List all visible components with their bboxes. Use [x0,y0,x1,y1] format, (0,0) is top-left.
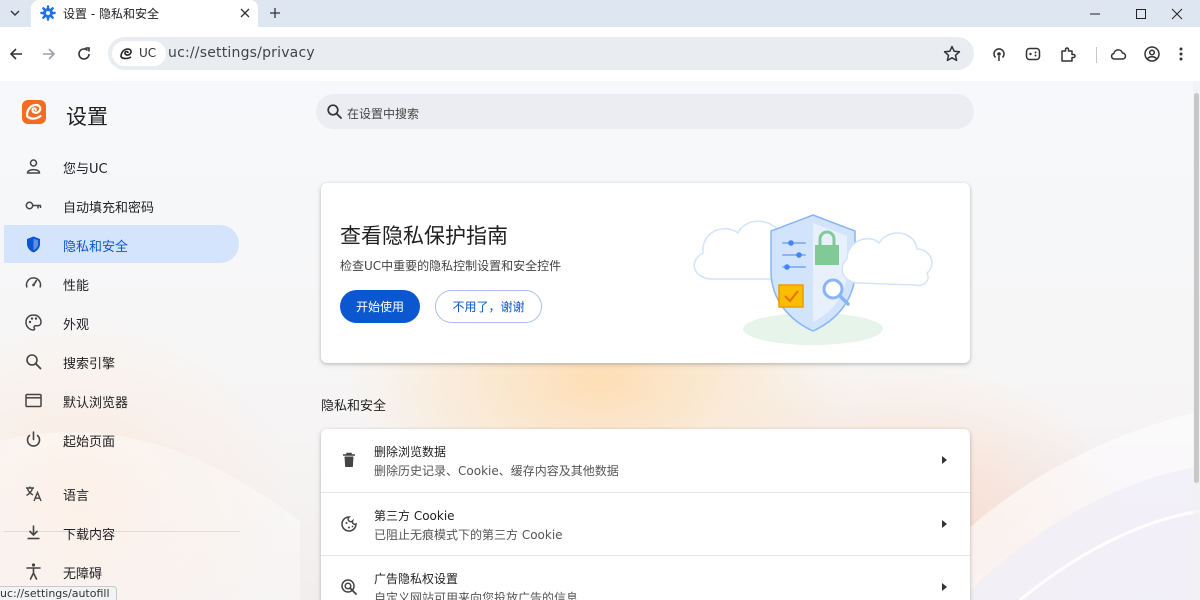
key-icon [25,201,42,210]
privacy-guide-promo-card: 查看隐私保护指南 检查UC中重要的隐私控制设置和安全控件 开始使用 不用了，谢谢 [321,183,970,363]
uc-squirrel-icon [120,48,132,60]
ad-privacy-row[interactable]: 广告隐私权设置 自定义网站可用来向您投放广告的信息 [321,555,970,600]
sidebar-item-label: 隐私和安全 [63,240,129,255]
address-bar[interactable]: UC uc://settings/privacy [108,37,974,70]
toolbar: UC uc://settings/privacy [0,27,1200,81]
person-icon [26,159,41,174]
power-icon [26,431,41,447]
row-title: 第三方 Cookie [374,509,455,523]
cloud-sync-icon[interactable] [1106,42,1130,66]
chevron-right-icon [942,456,947,464]
section-title: 隐私和安全 [321,399,387,414]
cookie-icon [341,516,357,532]
scrollbar-thumb[interactable] [1194,93,1199,483]
active-tab[interactable]: 设置 - 隐私和安全 [31,0,258,27]
sidebar-item-performance[interactable]: 性能 [4,264,239,302]
tab-title: 设置 - 隐私和安全 [63,7,159,21]
bookmark-star-icon[interactable] [942,44,962,64]
row-subtitle: 删除历史记录、Cookie、缓存内容及其他数据 [374,464,619,478]
promo-title: 查看隐私保护指南 [340,224,508,248]
accessibility-icon [26,563,41,580]
sidebar-item-you-and-uc[interactable]: 您与UC [4,147,239,185]
sidebar-item-label: 您与UC [63,162,108,177]
games-icon[interactable] [1021,42,1045,66]
search-icon [327,104,342,119]
sidebar-item-label: 下载内容 [63,528,116,543]
uc-logo-icon [22,100,46,124]
tab-strip: 设置 - 隐私和安全 [0,0,1200,27]
sidebar-item-search-engine[interactable]: 搜索引擎 [4,342,239,380]
sidebar-item-label: 默认浏览器 [63,396,129,411]
status-bubble-url: uc://settings/autofill [0,586,117,600]
close-tab-icon[interactable] [238,6,252,20]
row-title: 删除浏览数据 [374,445,447,459]
new-tab-plus-icon[interactable] [265,4,285,22]
page-title: 设置 [66,105,108,129]
trash-icon [343,452,355,467]
settings-gear-icon [40,5,56,21]
sidebar-item-privacy[interactable]: 隐私和安全 [4,225,239,263]
ad-privacy-icon [341,579,357,595]
row-subtitle: 自定义网站可用来向您投放广告的信息 [374,591,579,600]
sidebar-item-label: 外观 [63,318,90,333]
third-party-cookies-row[interactable]: 第三方 Cookie 已阻止无痕模式下的第三方 Cookie [321,492,970,555]
profile-avatar-icon[interactable] [1140,42,1164,66]
palette-icon [25,314,42,331]
sidebar-item-autofill[interactable]: 自动填充和密码 [4,186,239,224]
row-title: 广告隐私权设置 [374,572,459,586]
back-arrow-icon[interactable] [4,42,28,66]
promo-description: 检查UC中重要的隐私控制设置和安全控件 [340,259,562,273]
tab-search-chevron-down-icon[interactable] [5,4,25,22]
settings-page: 设置 在设置中搜索 您与UC 自动填充和密码 隐私和安全 性能 外观 搜索引擎 … [0,81,1200,600]
more-menu-icon[interactable] [1169,42,1193,66]
sidebar-item-label: 搜索引擎 [63,357,116,372]
gauge-icon [25,277,42,288]
shield-icon [27,236,40,253]
site-info-chip[interactable]: UC [112,41,166,66]
sidebar-item-default-browser[interactable]: 默认浏览器 [4,381,239,419]
start-privacy-guide-button[interactable]: 开始使用 [340,290,420,323]
sidebar-item-appearance[interactable]: 外观 [4,303,239,341]
privacy-shield-illustration [693,214,933,345]
download-icon [27,525,40,540]
settings-search-input[interactable]: 在设置中搜索 [316,94,974,129]
dismiss-promo-button[interactable]: 不用了，谢谢 [435,290,542,323]
chevron-right-icon [942,583,947,591]
sidebar-item-label: 性能 [63,279,90,294]
chevron-right-icon [942,520,947,528]
translate-icon [26,486,42,502]
toolbar-divider [1096,47,1097,63]
row-subtitle: 已阻止无痕模式下的第三方 Cookie [374,528,563,542]
privacy-settings-list: 删除浏览数据 删除历史记录、Cookie、缓存内容及其他数据 第三方 Cooki… [321,429,970,600]
sidebar-item-label: 自动填充和密码 [63,201,155,216]
sidebar-item-languages[interactable]: 语言 [4,474,239,512]
forward-arrow-icon[interactable] [37,42,61,66]
sidebar-item-label: 无障碍 [63,567,103,582]
minimize-icon[interactable] [1072,0,1118,27]
reload-icon[interactable] [72,42,96,66]
sidebar-item-label: 语言 [63,489,90,504]
search-placeholder: 在设置中搜索 [347,107,420,121]
browser-window-icon [25,393,42,408]
close-window-icon[interactable] [1154,0,1200,27]
sidebar-item-startup[interactable]: 起始页面 [4,420,239,458]
search-icon [26,354,42,370]
site-chip-label: UC [139,46,157,60]
sidebar-item-label: 起始页面 [63,435,116,450]
sidebar-item-accessibility[interactable]: 无障碍 [4,552,239,590]
url-text[interactable]: uc://settings/privacy [168,45,315,61]
broadcast-icon[interactable] [987,42,1011,66]
extensions-puzzle-icon[interactable] [1056,42,1080,66]
sidebar-item-downloads[interactable]: 下载内容 [4,513,239,551]
delete-browsing-data-row[interactable]: 删除浏览数据 删除历史记录、Cookie、缓存内容及其他数据 [321,429,970,492]
